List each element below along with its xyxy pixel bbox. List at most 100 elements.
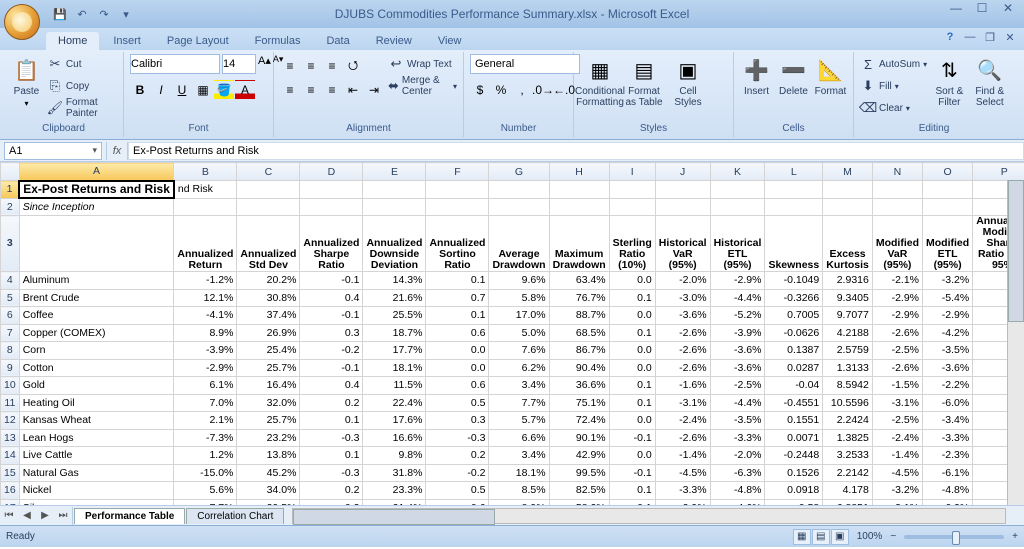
cell-r17-c3[interactable]: 0.3	[300, 499, 363, 505]
cell-r12-c10[interactable]: -3.5%	[710, 412, 765, 430]
cell-r5-c4[interactable]: 21.6%	[363, 289, 426, 307]
cell-r11-c7[interactable]: 75.1%	[549, 394, 609, 412]
cell-r15-c3[interactable]: -0.3	[300, 464, 363, 482]
header-cell-14[interactable]: Modified ETL (95%)	[923, 216, 973, 272]
cell-r8-c7[interactable]: 86.7%	[549, 342, 609, 360]
row-header-4[interactable]: 4	[1, 272, 20, 290]
cell-r1-10[interactable]	[710, 181, 765, 199]
cell-r2-8[interactable]	[609, 198, 655, 216]
sheet-nav-next-icon[interactable]: ▶	[36, 507, 54, 525]
header-cell-2[interactable]: Annualized Std Dev	[237, 216, 300, 272]
cell-r10-c5[interactable]: 0.6	[426, 377, 489, 395]
cell-r6-c9[interactable]: -3.6%	[655, 307, 710, 325]
cell-r17-c9[interactable]: -2.9%	[655, 499, 710, 505]
cell-r17-c4[interactable]: 21.4%	[363, 499, 426, 505]
cell-r12-c0[interactable]: Kansas Wheat	[19, 412, 174, 430]
cell-r9-c13[interactable]: -2.6%	[872, 359, 922, 377]
cell-r12-c2[interactable]: 25.7%	[237, 412, 300, 430]
cell-r4-c13[interactable]: -2.1%	[872, 272, 922, 290]
cell-r14-c14[interactable]: -2.3%	[923, 447, 973, 465]
cell-r9-c2[interactable]: 25.7%	[237, 359, 300, 377]
row-header-13[interactable]: 13	[1, 429, 20, 447]
align-top-icon[interactable]: ≡	[280, 56, 300, 76]
header-cell-0[interactable]	[19, 216, 174, 272]
insert-cells-button[interactable]: ➕Insert	[740, 54, 773, 120]
font-name-select[interactable]	[130, 54, 220, 74]
cell-r13-c5[interactable]: -0.3	[426, 429, 489, 447]
cell-r17-c1[interactable]: 7.7%	[174, 499, 237, 505]
cell-r11-c8[interactable]: 0.1	[609, 394, 655, 412]
align-middle-icon[interactable]: ≡	[301, 56, 321, 76]
cell-r13-c1[interactable]: -7.3%	[174, 429, 237, 447]
cell-r7-c13[interactable]: -2.6%	[872, 324, 922, 342]
cell-r16-c5[interactable]: 0.5	[426, 482, 489, 500]
header-cell-5[interactable]: Annualized Sortino Ratio	[426, 216, 489, 272]
row-header-16[interactable]: 16	[1, 482, 20, 500]
undo-icon[interactable]: ↶	[72, 4, 92, 24]
row-header-3[interactable]: 3	[1, 216, 20, 272]
header-cell-6[interactable]: Average Drawdown	[489, 216, 549, 272]
cell-r14-c2[interactable]: 13.8%	[237, 447, 300, 465]
cell-r8-c6[interactable]: 7.6%	[489, 342, 549, 360]
cell-r16-c8[interactable]: 0.1	[609, 482, 655, 500]
header-cell-8[interactable]: Sterling Ratio (10%)	[609, 216, 655, 272]
cell-r12-c6[interactable]: 5.7%	[489, 412, 549, 430]
cell-r11-c4[interactable]: 22.4%	[363, 394, 426, 412]
cell-r6-c0[interactable]: Coffee	[19, 307, 174, 325]
cell-r12-c8[interactable]: 0.0	[609, 412, 655, 430]
cell-r15-c6[interactable]: 18.1%	[489, 464, 549, 482]
cell-r4-c2[interactable]: 20.2%	[237, 272, 300, 290]
conditional-formatting-button[interactable]: ▦Conditional Formatting	[580, 54, 620, 120]
cell-r7-c7[interactable]: 68.5%	[549, 324, 609, 342]
cell-r1-3[interactable]	[300, 181, 363, 199]
cell-r15-c13[interactable]: -4.5%	[872, 464, 922, 482]
cell-r4-c11[interactable]: -0.1049	[765, 272, 823, 290]
border-button[interactable]: ▦	[193, 80, 213, 100]
header-cell-13[interactable]: Modified VaR (95%)	[872, 216, 922, 272]
col-header-G[interactable]: G	[489, 163, 549, 181]
clear-button[interactable]: ⌫Clear ▾	[860, 98, 927, 118]
zoom-in-button[interactable]: +	[1012, 531, 1018, 542]
cell-r13-c2[interactable]: 23.2%	[237, 429, 300, 447]
row-header-10[interactable]: 10	[1, 377, 20, 395]
cell-r1-6[interactable]	[489, 181, 549, 199]
cell-r9-c14[interactable]: -3.6%	[923, 359, 973, 377]
cell-r15-c8[interactable]: -0.1	[609, 464, 655, 482]
cell-r5-c9[interactable]: -3.0%	[655, 289, 710, 307]
indent-inc-icon[interactable]: ⇥	[364, 80, 384, 100]
cell-r12-c1[interactable]: 2.1%	[174, 412, 237, 430]
align-bottom-icon[interactable]: ≡	[322, 56, 342, 76]
cell-r6-c14[interactable]: -2.9%	[923, 307, 973, 325]
cell-r7-c10[interactable]: -3.9%	[710, 324, 765, 342]
header-cell-4[interactable]: Annualized Downside Deviation	[363, 216, 426, 272]
cell-r2-4[interactable]	[363, 198, 426, 216]
delete-cells-button[interactable]: ➖Delete	[777, 54, 810, 120]
cell-r6-c10[interactable]: -5.2%	[710, 307, 765, 325]
cell-r12-c9[interactable]: -2.4%	[655, 412, 710, 430]
sheet-nav-last-icon[interactable]: ⏭	[54, 507, 72, 525]
cell-r1-12[interactable]	[823, 181, 873, 199]
zoom-slider[interactable]	[904, 535, 1004, 539]
minimize-button[interactable]: —	[944, 0, 968, 16]
qat-dropdown-icon[interactable]: ▾	[116, 4, 136, 24]
cell-r12-c7[interactable]: 72.4%	[549, 412, 609, 430]
cell-r13-c6[interactable]: 6.6%	[489, 429, 549, 447]
cell-r16-c10[interactable]: -4.8%	[710, 482, 765, 500]
cell-r6-c2[interactable]: 37.4%	[237, 307, 300, 325]
cell-r8-c14[interactable]: -3.5%	[923, 342, 973, 360]
cell-r8-c11[interactable]: 0.1387	[765, 342, 823, 360]
autosum-button[interactable]: ΣAutoSum ▾	[860, 54, 927, 74]
row-header-1[interactable]: 1	[1, 181, 20, 199]
row-header-6[interactable]: 6	[1, 307, 20, 325]
col-header-F[interactable]: F	[426, 163, 489, 181]
cell-r1-11[interactable]	[765, 181, 823, 199]
copy-button[interactable]: ⎘Copy	[47, 76, 117, 96]
cell-r2-6[interactable]	[489, 198, 549, 216]
horizontal-scrollbar[interactable]	[292, 508, 1006, 524]
cell-r5-c13[interactable]: -2.9%	[872, 289, 922, 307]
cell-r15-c12[interactable]: 2.2142	[823, 464, 873, 482]
cell-r1-7[interactable]	[549, 181, 609, 199]
cell-r10-c13[interactable]: -1.5%	[872, 377, 922, 395]
font-size-select[interactable]	[222, 54, 256, 74]
tab-insert[interactable]: Insert	[101, 32, 153, 50]
